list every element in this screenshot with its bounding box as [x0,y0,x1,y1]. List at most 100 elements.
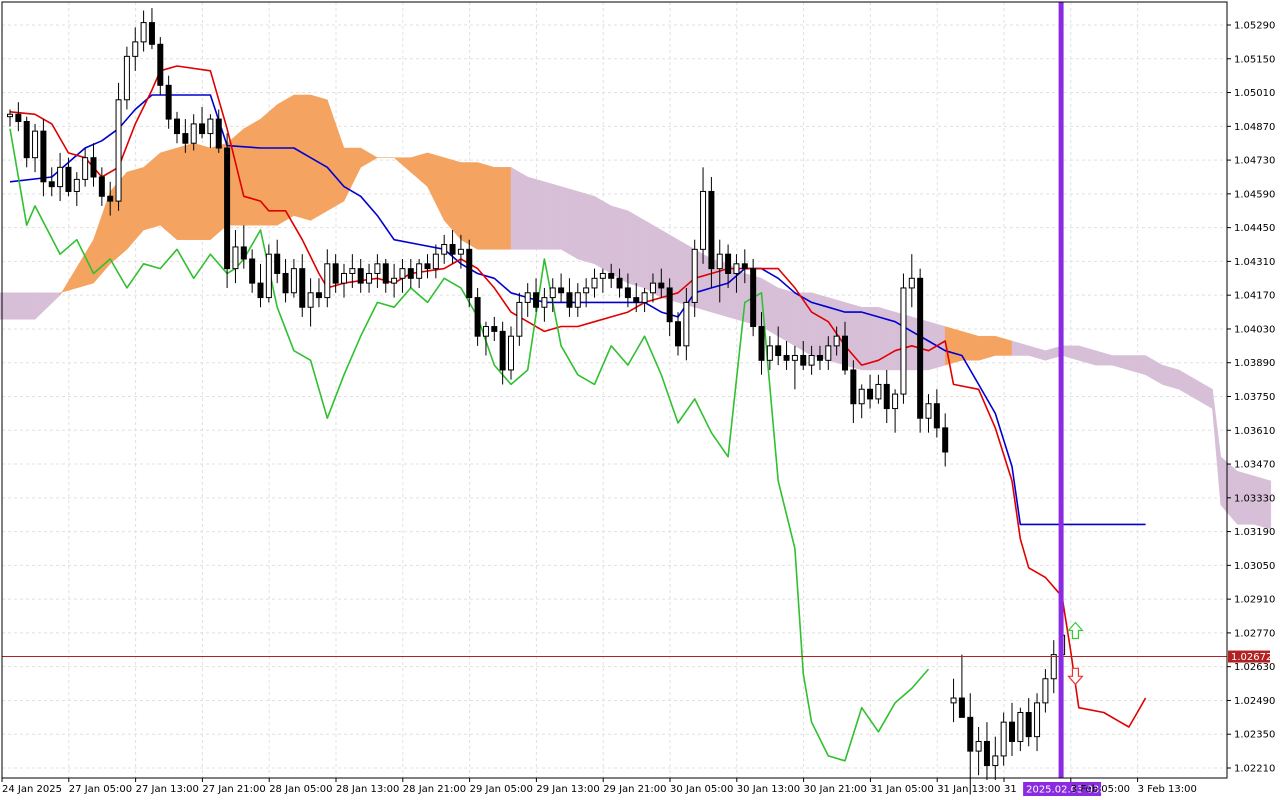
kumo-segment [1128,355,1146,376]
candle-bear [249,258,256,284]
candle-bull [1050,654,1057,680]
candle-bull [441,244,448,255]
candle-bear [157,43,164,86]
candle-bear [199,123,206,135]
candle-bear [967,716,974,752]
kumo-segment [1061,345,1080,361]
candle-bull [391,277,398,284]
price-chart[interactable]: 1.026722025.02.03 03:00 1.052901.051501.… [0,0,1280,800]
x-tick-label: 28 Jan 21:00 [403,784,466,795]
y-tick-label: 1.04590 [1234,189,1275,200]
kumo-segment [260,104,278,226]
kumo-segment [160,147,178,241]
candle-bear [90,157,97,178]
candle-bull [7,113,13,118]
y-tick-label: 1.05290 [1234,21,1275,32]
x-tick-label: 29 Jan 13:00 [536,784,599,795]
kumo-segment [477,162,495,250]
kumo-segment [176,142,194,240]
candle-bull [733,263,740,274]
candle-bear [883,383,890,410]
candle-bear [675,321,681,347]
candle-bull [207,118,214,135]
kumo-segment [1028,345,1046,361]
kumo-segment [393,157,412,173]
candle-bull [591,277,598,289]
kumo-segment [360,147,378,168]
candle-bear [533,292,540,308]
candle-bear [182,133,189,144]
candle-bull [683,301,690,347]
candle-bear [958,697,965,718]
candle-bull [583,287,590,294]
kumo-segment [560,186,579,260]
candle-bear [758,326,765,361]
candle-bull [1000,721,1007,757]
y-tick-label: 1.04030 [1234,324,1275,335]
y-tick-label: 1.05010 [1234,88,1275,99]
y-tick-label: 1.03890 [1234,358,1275,369]
kumo-segment [627,210,645,289]
candle-bear [165,84,172,120]
x-tick-label: 30 Jan 05:00 [670,784,733,795]
kumo-segment [34,292,61,320]
candle-bull [825,345,832,361]
candle-bull [875,383,882,400]
kumo-segment [1078,345,1096,366]
candle-bull [457,248,464,255]
candle-bull [641,292,648,303]
kumo-segment [193,142,211,240]
kumo-segment [1178,369,1196,400]
chart-overlays: 1.026722025.02.03 03:00 [2,2,1272,796]
candle-bear [174,118,180,135]
kumo-segment [510,166,528,250]
plot-frame [1,1,1228,779]
candle-bull [508,335,514,371]
kumo-segment [310,94,328,221]
kumo-segment [577,191,595,265]
kumo-segment [544,181,562,250]
y-tick-label: 1.02910 [1234,595,1275,606]
candle-bear [474,297,481,337]
candle-bear [48,181,55,188]
candle-bull [950,697,957,704]
candle-bear [65,166,72,192]
candle-bear [633,297,640,303]
x-tick-label: 31 [1004,784,1017,795]
kumo-segment [1195,379,1213,409]
kumo-segment [1212,389,1221,506]
candle-bull [791,354,798,361]
candle-bear [107,195,114,202]
candle-bull [190,123,197,144]
candle-bear [566,292,573,308]
candle-bear [315,292,322,299]
x-tick-label: 28 Jan 13:00 [336,784,399,795]
kumo-segment [594,195,612,274]
y-tick-label: 1.02490 [1234,696,1275,707]
kumo-segment [777,287,796,347]
candle-bull [341,272,347,284]
candle-bull [925,403,932,419]
candle-bear [867,388,874,400]
chart-grid [1,2,1227,778]
arrow-up-icon [1067,621,1084,640]
candle-bear [983,740,990,767]
x-tick-label: 29 Jan 21:00 [603,784,666,795]
candle-bull [700,190,707,250]
kumo-segment [343,147,361,202]
candle-bear [816,354,823,361]
x-tick-label: 31 Jan 05:00 [870,784,933,795]
candle-bull [82,157,89,180]
candle-bear [240,246,247,260]
candle-bull [524,292,531,303]
x-tick-label: 27 Jan 05:00 [69,784,132,795]
candle-bull [541,297,548,308]
candle-bull [516,301,523,337]
candle-bear [775,345,782,356]
kumo-segment [1011,340,1029,356]
candle-bull [140,22,147,43]
candle-bear [148,22,155,45]
kumo-segment [243,118,261,226]
candle-bull [900,287,907,395]
candle-bear [558,287,565,294]
